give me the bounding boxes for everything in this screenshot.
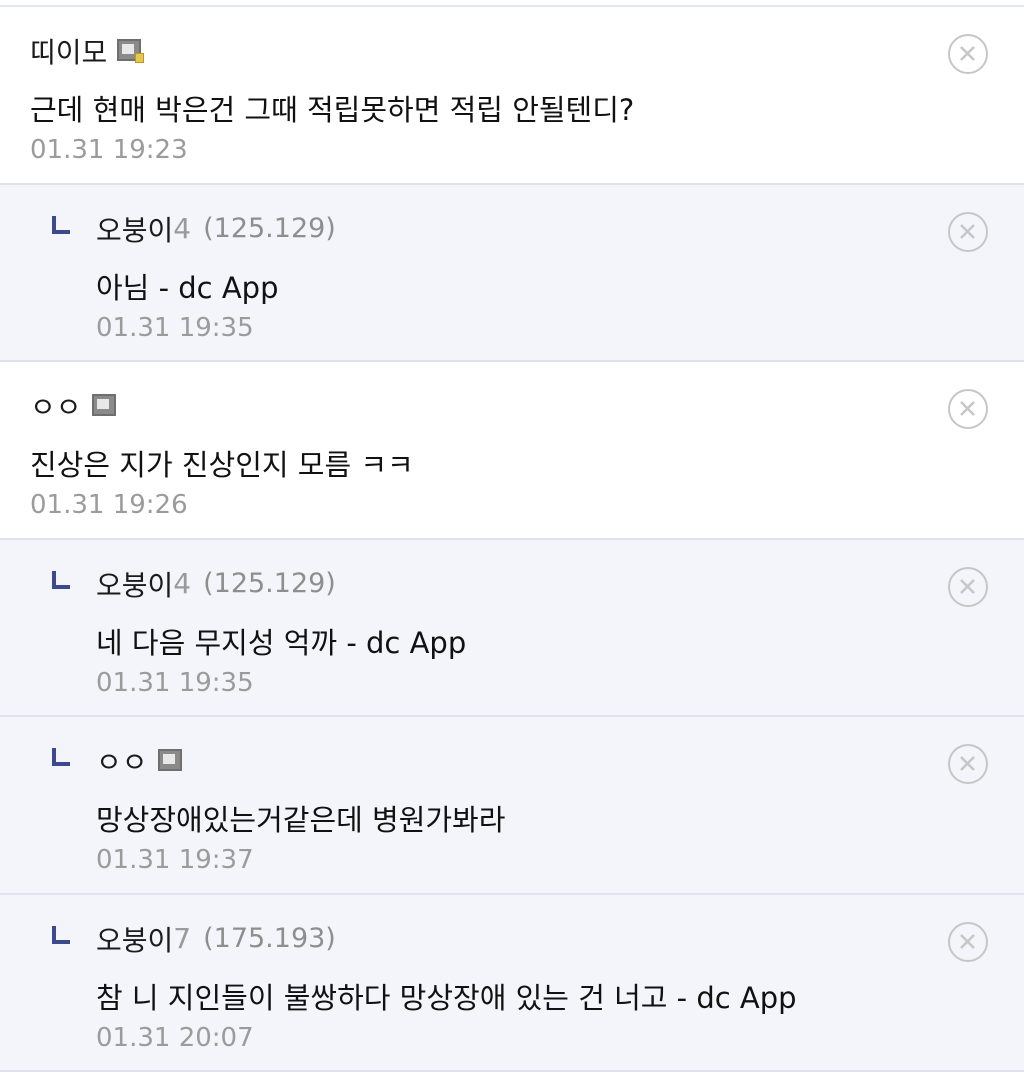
reply-arrow-icon — [52, 748, 70, 766]
comment-author-suffix: 7 — [173, 922, 191, 955]
close-icon — [950, 36, 985, 71]
comment-body: 근데 현매 박은건 그때 적립못하면 적립 안될텐디? — [30, 87, 634, 129]
reply-arrow-icon — [52, 216, 70, 234]
comment-author-line: ㅇㅇ — [30, 388, 118, 424]
reply-item: ㅇㅇ 망상장애있는거같은데 병원가봐라 01.31 19:37 — [0, 717, 1024, 895]
comment-author-line: 오붕이4 (125.129) — [52, 566, 336, 602]
close-icon — [950, 746, 985, 781]
comment-author-line: 띠이모 — [30, 33, 143, 69]
comment-author[interactable]: 오붕이 — [96, 919, 173, 959]
comment-ip: (125.129) — [203, 568, 336, 599]
comment-timestamp: 01.31 19:35 — [96, 313, 254, 343]
semi-fixed-user-badge-icon — [158, 749, 184, 773]
reply-arrow-icon — [52, 571, 70, 589]
reply-arrow-icon — [52, 926, 70, 944]
comment-ip: (175.193) — [203, 923, 336, 954]
comment-timestamp: 01.31 19:37 — [96, 845, 254, 875]
comment-timestamp: 01.31 20:07 — [96, 1023, 254, 1053]
comment-body: 진상은 지가 진상인지 모름 ㅋㅋ — [30, 442, 414, 484]
delete-comment-button[interactable] — [948, 34, 988, 74]
comment-body: 네 다음 무지성 억까 - dc App — [96, 620, 466, 662]
comment-item: ㅇㅇ 진상은 지가 진상인지 모름 ㅋㅋ 01.31 19:26 — [0, 362, 1024, 540]
comment-body: 참 니 지인들이 불쌍하다 망상장애 있는 건 너고 - dc App — [96, 975, 797, 1017]
comment-timestamp: 01.31 19:26 — [30, 490, 188, 520]
semi-fixed-user-badge-icon — [92, 394, 118, 418]
reply-item: 오붕이7 (175.193) 참 니 지인들이 불쌍하다 망상장애 있는 건 너… — [0, 895, 1024, 1072]
comment-timestamp: 01.31 19:35 — [96, 668, 254, 698]
close-icon — [950, 391, 985, 426]
delete-comment-button[interactable] — [948, 922, 988, 962]
comment-body: 망상장애있는거같은데 병원가봐라 — [96, 797, 505, 839]
reply-item: 오붕이4 (125.129) 아님 - dc App 01.31 19:35 — [0, 185, 1024, 363]
reply-item: 오붕이4 (125.129) 네 다음 무지성 억까 - dc App 01.3… — [0, 540, 1024, 718]
fixed-user-badge-icon — [117, 39, 143, 63]
comment-author-suffix: 4 — [173, 212, 191, 245]
comment-author[interactable]: ㅇㅇ — [96, 741, 148, 781]
comment-author-line: 오붕이4 (125.129) — [52, 211, 336, 247]
comment-author-line: ㅇㅇ — [52, 743, 184, 779]
delete-comment-button[interactable] — [948, 744, 988, 784]
comment-list: 띠이모 근데 현매 박은건 그때 적립못하면 적립 안될텐디? 01.31 19… — [0, 5, 1024, 1072]
close-icon — [950, 569, 985, 604]
delete-comment-button[interactable] — [948, 212, 988, 252]
comment-author[interactable]: 오붕이 — [96, 564, 173, 604]
comment-timestamp: 01.31 19:23 — [30, 135, 188, 165]
delete-comment-button[interactable] — [948, 389, 988, 429]
comment-author[interactable]: ㅇㅇ — [30, 386, 82, 426]
comment-ip: (125.129) — [203, 213, 336, 244]
close-icon — [950, 924, 985, 959]
comment-author[interactable]: 오붕이 — [96, 209, 173, 249]
delete-comment-button[interactable] — [948, 567, 988, 607]
close-icon — [950, 214, 985, 249]
comment-author-line: 오붕이7 (175.193) — [52, 921, 336, 957]
comment-body: 아님 - dc App — [96, 265, 279, 307]
comment-author-suffix: 4 — [173, 567, 191, 600]
comment-item: 띠이모 근데 현매 박은건 그때 적립못하면 적립 안될텐디? 01.31 19… — [0, 7, 1024, 185]
comment-author[interactable]: 띠이모 — [30, 31, 107, 71]
